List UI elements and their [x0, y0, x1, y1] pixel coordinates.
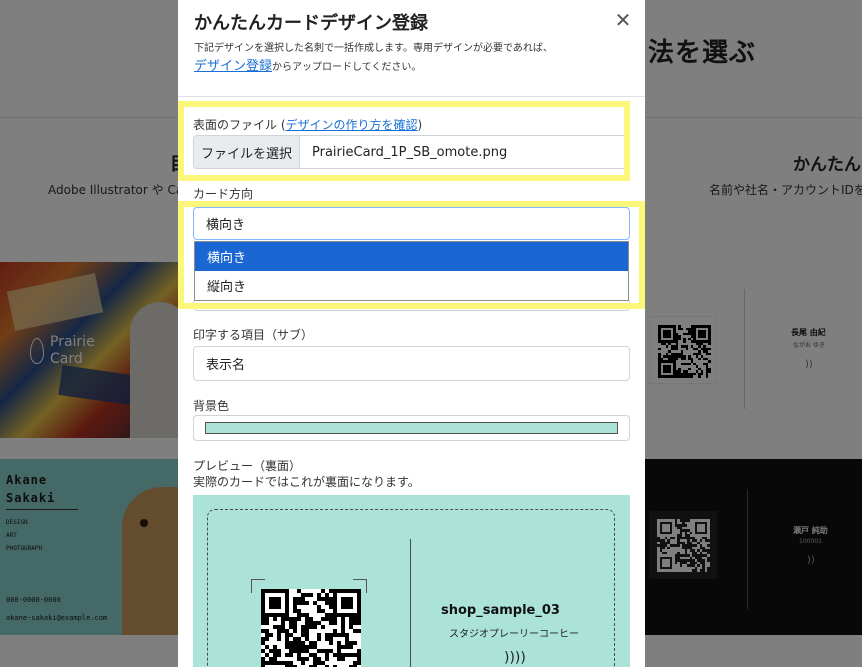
print-item-label: 印字する項目（サブ）	[193, 328, 314, 342]
print-item-select[interactable]: 表示名	[193, 346, 630, 381]
print-item-group: 印字する項目（サブ） 表示名	[193, 327, 630, 381]
close-icon[interactable]: ✕	[613, 10, 633, 30]
qr-code-icon	[261, 589, 361, 667]
orientation-label: カード方向	[193, 187, 254, 201]
modal-title: かんたんカードデザイン登録	[194, 13, 428, 34]
description-rest: からアップロードしてください。	[272, 62, 422, 73]
modal-header: かんたんカードデザイン登録 ✕ 下記デザインを選択した名刺で一括作成します。専用…	[178, 0, 645, 97]
background-color-label: 背景色	[193, 399, 230, 413]
shop-name: shop_sample_03	[441, 603, 560, 618]
highlight-front-file	[178, 101, 630, 181]
preview-group: プレビュー（裏面） 実際のカードではこれが裏面になります。	[193, 458, 630, 490]
qr-frame	[251, 579, 367, 667]
shop-subtitle: スタジオプレーリーコーヒー	[449, 629, 579, 640]
preview-label: プレビュー（裏面）	[193, 459, 302, 473]
card-divider	[410, 539, 411, 667]
nfc-icon: ))))	[504, 650, 526, 666]
background-color-input[interactable]	[193, 415, 630, 441]
modal-description: 下記デザインを選択した名刺で一括作成します。専用デザインが必要であれば、	[194, 43, 553, 54]
color-swatch	[205, 422, 618, 434]
card-back-preview: shop_sample_03 スタジオプレーリーコーヒー ))))	[193, 495, 630, 667]
highlight-orientation	[178, 201, 645, 309]
modal-description-line2: デザイン登録からアップロードしてください。	[194, 56, 629, 79]
preview-note: 実際のカードではこれが裏面になります。	[193, 475, 420, 489]
design-register-link[interactable]: デザイン登録	[194, 59, 272, 74]
background-color-group: 背景色	[193, 398, 630, 441]
